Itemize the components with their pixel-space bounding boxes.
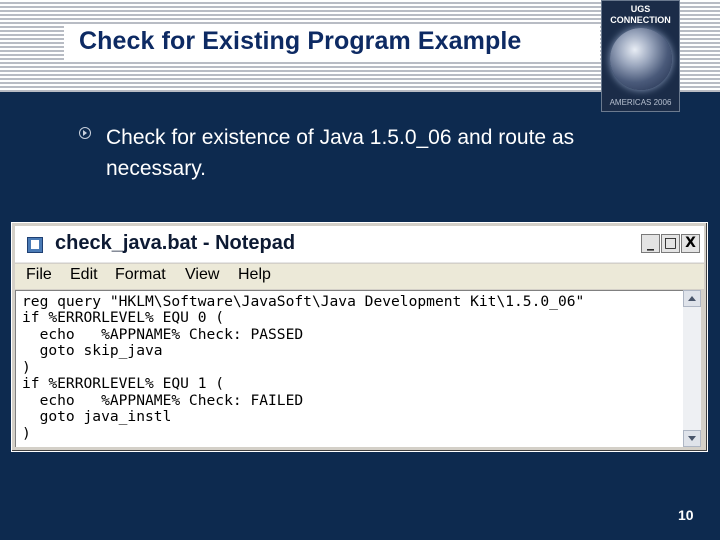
notepad-title: check_java.bat - Notepad: [55, 232, 296, 254]
bullet-text: Check for existence of Java 1.5.0_06 and…: [106, 126, 575, 180]
code-line: goto skip_java: [22, 342, 163, 359]
ugs-connection-logo: UGS CONNECTION AMERICAS 2006: [601, 0, 680, 112]
menu-file[interactable]: File: [26, 266, 52, 284]
notepad-window[interactable]: check_java.bat - Notepad _ □ X File Edit…: [11, 222, 708, 452]
code-line: goto java_instl: [22, 408, 172, 425]
bullet-arrow-icon: [79, 127, 91, 139]
notepad-text-area[interactable]: reg query "HKLM\Software\JavaSoft\Java D…: [15, 290, 683, 447]
menu-view[interactable]: View: [185, 266, 219, 284]
code-line: if %ERRORLEVEL% EQU 0 (: [22, 309, 225, 326]
code-line: ): [22, 359, 31, 376]
logo-line-2: CONNECTION: [610, 15, 671, 25]
minimize-button[interactable]: _: [641, 234, 660, 253]
code-line: ): [22, 425, 31, 442]
notepad-titlebar[interactable]: check_java.bat - Notepad _ □ X: [15, 226, 704, 263]
scroll-down-icon[interactable]: [683, 430, 701, 447]
globe-icon: [610, 28, 672, 90]
close-button[interactable]: X: [681, 234, 700, 253]
code-line: echo %APPNAME% Check: FAILED: [22, 392, 304, 409]
menu-edit[interactable]: Edit: [70, 266, 98, 284]
notepad-menubar: File Edit Format View Help: [15, 264, 704, 289]
vertical-scrollbar[interactable]: [683, 290, 701, 447]
code-line: reg query "HKLM\Software\JavaSoft\Java D…: [22, 293, 585, 310]
logo-line-1: UGS: [630, 4, 651, 14]
menu-help[interactable]: Help: [238, 266, 271, 284]
maximize-button[interactable]: □: [661, 234, 680, 253]
notepad-app-icon[interactable]: [27, 237, 43, 253]
logo-line-3: AMERICAS 2006: [609, 98, 672, 107]
slide-title: Check for Existing Program Example: [79, 27, 522, 55]
code-line: echo %APPNAME% Check: PASSED: [22, 326, 304, 343]
menu-format[interactable]: Format: [115, 266, 166, 284]
code-line: if %ERRORLEVEL% EQU 1 (: [22, 375, 225, 392]
scroll-up-icon[interactable]: [683, 290, 701, 307]
page-number: 10: [678, 507, 694, 523]
